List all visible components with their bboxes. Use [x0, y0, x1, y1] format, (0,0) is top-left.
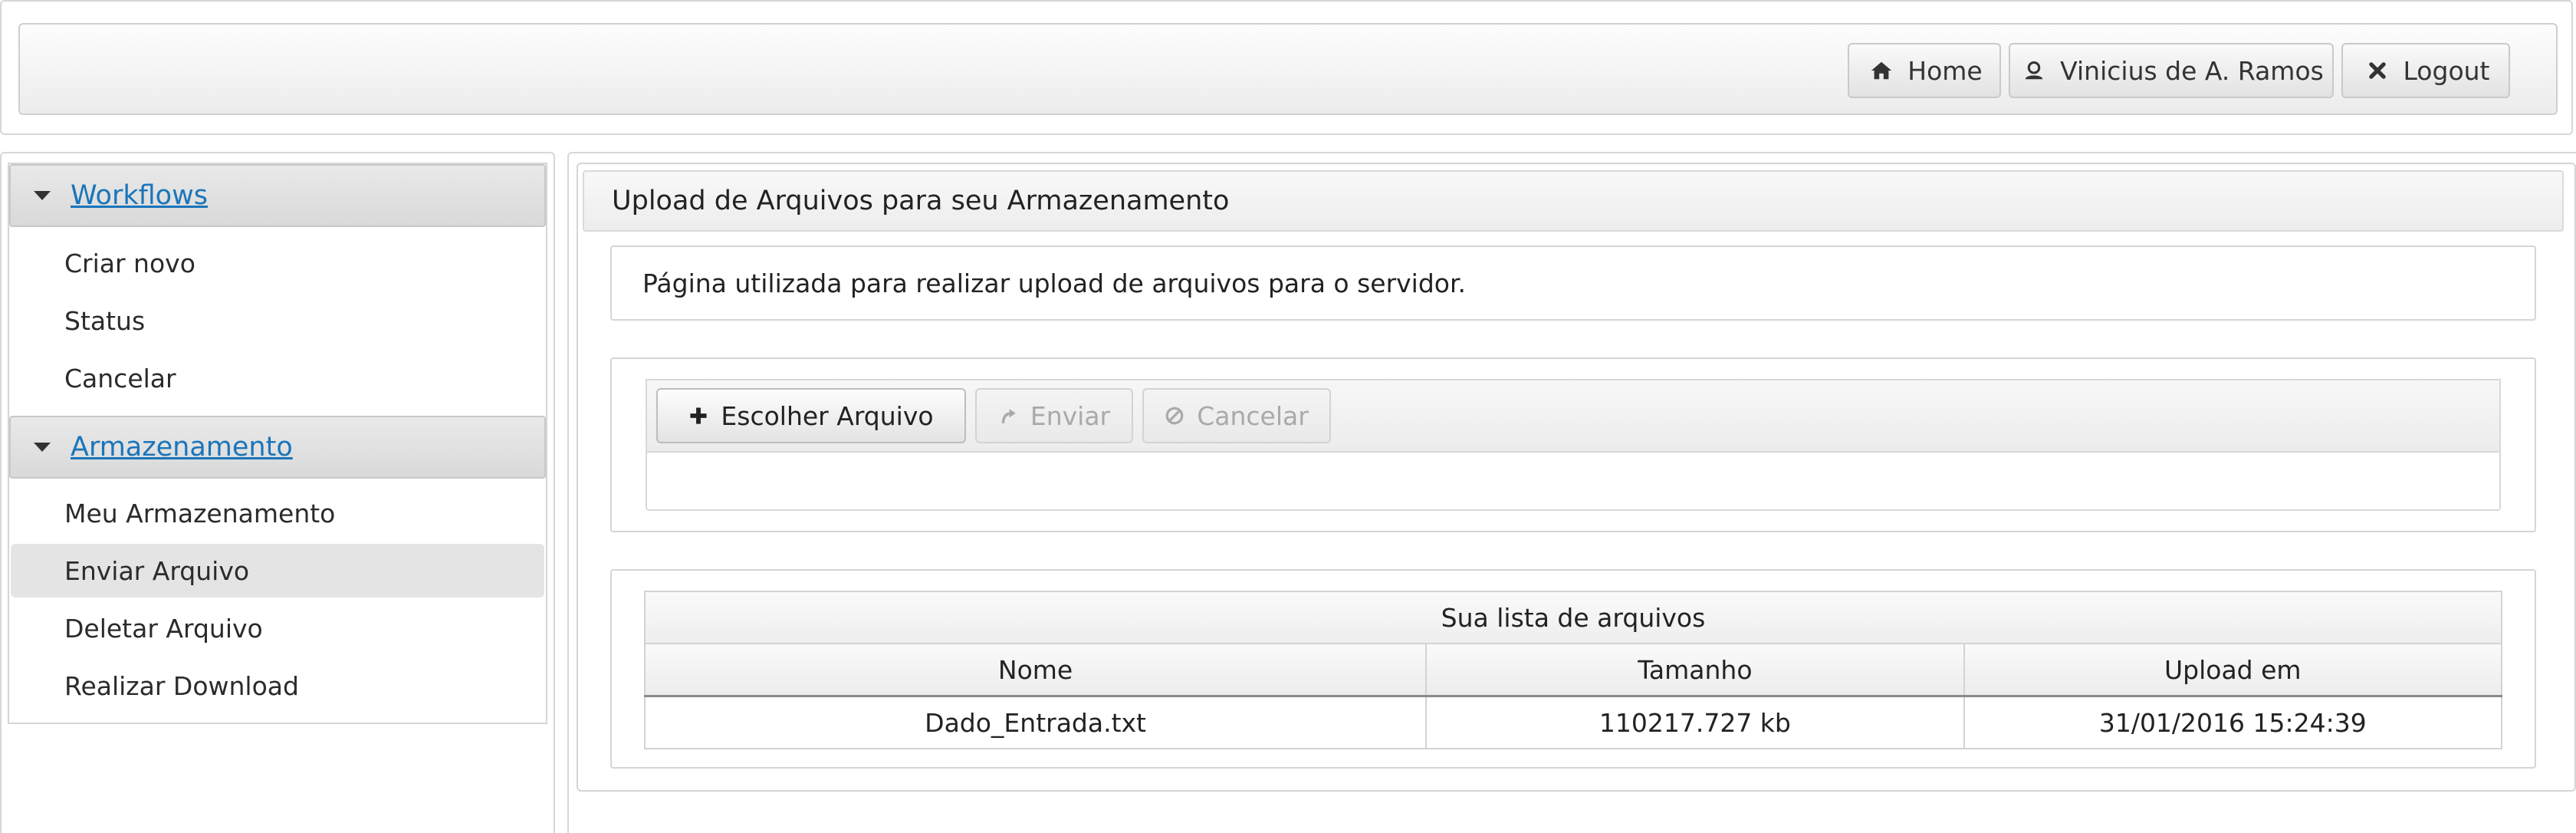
cancel-icon	[1165, 406, 1184, 426]
user-button-label: Vinicius de A. Ramos	[2060, 55, 2324, 86]
files-table: Sua lista de arquivos Nome Tamanho Uploa…	[643, 591, 2503, 749]
menu-item-label: Cancelar	[64, 363, 176, 393]
home-icon	[1866, 55, 1897, 86]
menu-item-realizar-download[interactable]: Realizar Download	[11, 659, 544, 713]
menu-item-cancelar[interactable]: Cancelar	[11, 351, 544, 405]
menu-item-label: Criar novo	[64, 248, 196, 278]
home-button[interactable]: Home	[1848, 43, 2001, 98]
menu-header-armazenamento[interactable]: Armazenamento	[9, 416, 546, 479]
menu-item-label: Status	[64, 305, 146, 336]
header-toolbar: Home Vinicius de A. Ramos Logout	[18, 23, 2558, 115]
file-name-cell: Dado_Entrada.txt	[643, 695, 1428, 749]
upload-date-cell: 31/01/2016 15:24:39	[1963, 695, 2503, 749]
column-header-tamanho: Tamanho	[1425, 643, 1965, 697]
menu-item-label: Deletar Arquivo	[64, 613, 263, 644]
cancel-upload-button[interactable]: Cancelar	[1142, 388, 1331, 443]
home-button-label: Home	[1907, 55, 1983, 86]
column-header-nome: Nome	[643, 643, 1428, 697]
menu-item-meu-armazenamento[interactable]: Meu Armazenamento	[11, 486, 544, 540]
menu-header-workflows[interactable]: Workflows	[9, 164, 546, 227]
menu-item-label: Realizar Download	[64, 670, 299, 701]
cancel-upload-label: Cancelar	[1197, 400, 1309, 431]
plus-icon	[688, 406, 708, 426]
triangle-down-icon	[34, 443, 51, 452]
logout-button-label: Logout	[2403, 55, 2490, 86]
menu-item-deletar-arquivo[interactable]: Deletar Arquivo	[11, 601, 544, 655]
close-icon	[2362, 55, 2393, 86]
menu-item-label: Meu Armazenamento	[64, 498, 336, 528]
user-button[interactable]: Vinicius de A. Ramos	[2009, 43, 2334, 98]
files-table-caption: Sua lista de arquivos	[644, 591, 2502, 644]
menu-item-enviar-arquivo[interactable]: Enviar Arquivo	[11, 544, 544, 598]
page-title: Upload de Arquivos para seu Armazenament…	[583, 170, 2564, 232]
send-button[interactable]: Enviar	[975, 388, 1133, 443]
column-header-upload-em: Upload em	[1963, 643, 2503, 697]
choose-file-label: Escolher Arquivo	[721, 400, 934, 431]
menu-item-status[interactable]: Status	[11, 294, 544, 347]
logout-button[interactable]: Logout	[2341, 43, 2510, 98]
upload-arrow-icon	[998, 406, 1018, 426]
choose-file-button[interactable]: Escolher Arquivo	[656, 388, 966, 443]
menu-item-label: Enviar Arquivo	[64, 555, 250, 586]
menu-item-criar-novo[interactable]: Criar novo	[11, 236, 544, 290]
upload-drop-area[interactable]	[646, 451, 2501, 511]
menu-header-label[interactable]: Workflows	[71, 180, 208, 211]
menu-header-label[interactable]: Armazenamento	[71, 432, 293, 463]
user-icon	[2019, 55, 2049, 86]
page-description: Página utilizada para realizar upload de…	[610, 245, 2536, 321]
send-label: Enviar	[1030, 400, 1111, 431]
page: Home Vinicius de A. Ramos Logout Workflo…	[0, 0, 2576, 833]
table-row[interactable]: Dado_Entrada.txt 110217.727 kb 31/01/201…	[643, 695, 2503, 749]
file-size-cell: 110217.727 kb	[1425, 695, 1965, 749]
triangle-down-icon	[34, 191, 51, 200]
